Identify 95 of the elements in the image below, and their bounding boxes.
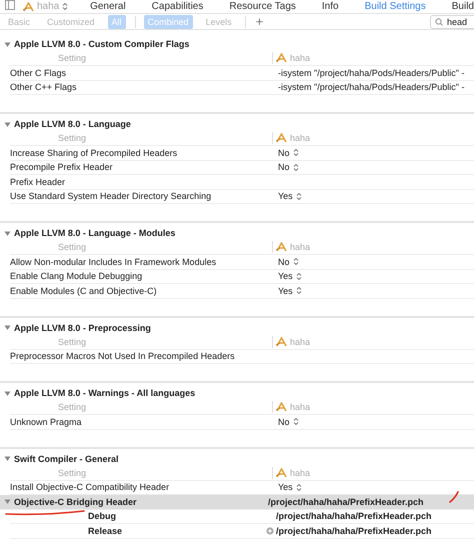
section-title: Apple LLVM 8.0 - Warnings - All languages <box>14 388 196 398</box>
setting-name: Increase Sharing of Precompiled Headers <box>10 148 178 158</box>
column-header: haha <box>290 402 310 412</box>
updown-chevron-icon <box>296 286 302 296</box>
popup-button[interactable]: Yes <box>278 191 302 202</box>
search-icon <box>435 18 444 26</box>
setting-row[interactable]: Enable Modules (C and Objective-C) Yes <box>10 284 474 298</box>
section-title: Apple LLVM 8.0 - Language <box>14 119 131 129</box>
setting-name: Release <box>88 526 122 536</box>
popup-button[interactable]: Yes <box>278 482 302 492</box>
column-header: Setting <box>57 336 88 346</box>
triangle-icon <box>276 336 287 346</box>
column-header: Setting <box>57 468 88 478</box>
column-header: Setting <box>57 133 88 143</box>
tab[interactable]: General <box>77 1 139 12</box>
column-header: Setting <box>57 402 88 412</box>
setting-name: Objective-C Bridging Header <box>14 496 137 507</box>
plus-circle-icon[interactable] <box>266 526 274 535</box>
tab[interactable]: Build <box>438 1 474 12</box>
tab[interactable]: Info <box>308 1 352 12</box>
section-title: Apple LLVM 8.0 - Language - Modules <box>14 228 176 238</box>
annotation-stroke <box>449 490 459 502</box>
column-header: haha <box>290 53 310 63</box>
setting-row[interactable]: Precompile Prefix Header No <box>10 160 474 175</box>
setting-value[interactable]: /project/haha/haha/PrefixHeader.pch <box>268 496 424 507</box>
setting-row[interactable]: Other C Flags -isystem "/project/haha/Pods/Headers/Public" - <box>10 66 474 80</box>
updown-chevron-icon <box>296 272 302 281</box>
updown-chevron-icon <box>296 192 302 201</box>
column-header: haha <box>290 468 310 478</box>
setting-name: Install Objective-C Compatibility Header <box>10 482 170 492</box>
updown-chevron-icon[interactable] <box>62 2 68 11</box>
setting-name: Use Standard System Header Directory Searching <box>10 191 212 202</box>
popup-button[interactable]: Yes <box>278 271 302 282</box>
triangle-icon <box>276 402 287 412</box>
setting-name: Other C++ Flags <box>10 82 77 92</box>
section-title: Apple LLVM 8.0 - Preprocessing <box>14 322 151 332</box>
setting-row[interactable]: Other C++ Flags -isystem "/project/haha/Pods/Headers/Public" - <box>10 80 474 95</box>
column-header: haha <box>290 336 310 346</box>
disclosure-triangle-icon[interactable] <box>4 230 11 236</box>
column-header: haha <box>290 242 310 252</box>
triangle-icon <box>276 468 287 478</box>
disclosure-triangle-icon[interactable] <box>4 390 11 396</box>
triangle-icon <box>276 133 287 143</box>
disclosure-triangle-icon[interactable] <box>4 455 11 462</box>
setting-value[interactable]: -isystem "/project/haha/Pods/Headers/Public" - <box>278 68 464 78</box>
triangle-icon <box>23 2 34 12</box>
triangle-icon <box>276 53 287 63</box>
setting-value[interactable]: -isystem "/project/haha/Pods/Headers/Public" - <box>278 82 464 92</box>
setting-row[interactable]: Preprocessor Macros Not Used In Precompiled Headers <box>10 350 474 364</box>
setting-value[interactable]: /project/haha/haha/PrefixHeader.pch <box>276 511 432 522</box>
section-title: Swift Compiler - General <box>14 454 119 464</box>
setting-name: Other C Flags <box>10 68 66 78</box>
tab[interactable]: Capabilities <box>138 1 216 12</box>
search-field[interactable]: head <box>430 14 474 28</box>
updown-chevron-icon <box>292 257 299 266</box>
popup-button[interactable]: No <box>278 416 299 427</box>
setting-row[interactable]: Allow Non-modular Includes In Framework Modules No <box>10 255 474 270</box>
sidebar-toggle-icon[interactable] <box>5 0 15 10</box>
add-button[interactable]: + <box>256 14 264 29</box>
setting-row[interactable]: Objective-C Bridging Header /project/haha/haha/PrefixHeader.pch <box>0 495 474 510</box>
disclosure-triangle-icon[interactable] <box>4 40 11 48</box>
popup-button[interactable]: No <box>278 148 299 158</box>
updown-chevron-icon <box>292 162 299 172</box>
section-title: Apple LLVM 8.0 - Custom Compiler Flags <box>14 39 190 49</box>
setting-row[interactable]: Debug /project/haha/haha/PrefixHeader.pch <box>10 510 474 524</box>
setting-row[interactable]: Prefix Header <box>10 175 474 190</box>
updown-chevron-icon <box>292 148 299 158</box>
popup-button[interactable]: No <box>278 256 299 267</box>
tab[interactable]: Resource Tags <box>216 1 309 12</box>
setting-name: Prefix Header <box>10 176 66 187</box>
setting-row[interactable]: Use Standard System Header Directory Searching Yes <box>10 190 474 204</box>
popup-button[interactable]: No <box>278 162 299 172</box>
setting-name: Precompile Prefix Header <box>10 162 113 172</box>
updown-chevron-icon <box>292 417 299 426</box>
setting-name: Debug <box>88 511 116 522</box>
setting-name: Allow Non-modular Includes In Framework Modules <box>10 256 216 267</box>
column-header: Setting <box>57 53 88 63</box>
updown-chevron-icon <box>296 482 302 492</box>
disclosure-triangle-icon[interactable] <box>4 324 11 331</box>
column-header: haha <box>290 133 310 143</box>
setting-name: Enable Modules (C and Objective-C) <box>10 286 157 296</box>
setting-name: Preprocessor Macros Not Used In Precompiled Headers <box>10 351 235 362</box>
setting-row[interactable]: Unknown Pragma No <box>10 415 474 430</box>
disclosure-triangle-icon[interactable] <box>4 120 11 128</box>
setting-value[interactable]: /project/haha/haha/PrefixHeader.pch <box>276 526 432 536</box>
setting-name: Enable Clang Module Debugging <box>10 271 142 282</box>
column-header: Setting <box>57 242 88 252</box>
setting-row[interactable]: Release /project/haha/haha/PrefixHeader.pch <box>10 524 474 538</box>
popup-button[interactable]: Yes <box>278 286 302 296</box>
setting-row[interactable]: Increase Sharing of Precompiled Headers No <box>10 146 474 160</box>
setting-name: Unknown Pragma <box>10 416 82 427</box>
disclosure-triangle-icon[interactable] <box>4 498 11 506</box>
triangle-icon <box>276 242 287 252</box>
tab[interactable]: Build Settings <box>352 1 439 12</box>
setting-row[interactable]: Enable Clang Module Debugging Yes <box>10 270 474 284</box>
